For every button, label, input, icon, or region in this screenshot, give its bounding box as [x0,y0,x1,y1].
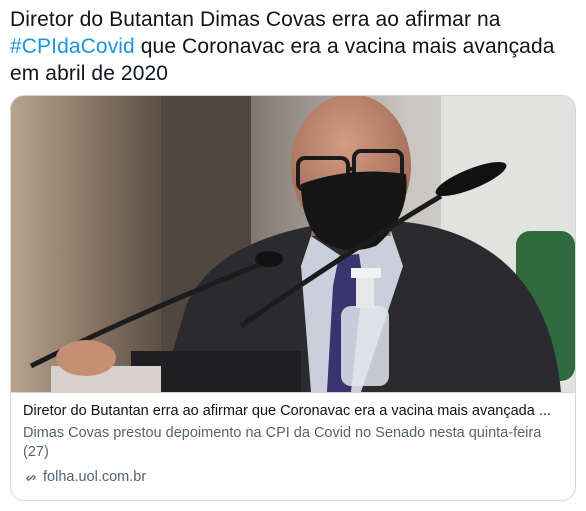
card-meta[interactable]: Diretor do Butantan erra ao afirmar que … [11,392,575,500]
card-image[interactable] [11,96,575,392]
domain-text: folha.uol.com.br [43,469,147,485]
photo-of-man-at-senate-microphone [11,96,575,392]
card-domain: folha.uol.com.br [23,468,563,487]
card-title: Diretor do Butantan erra ao afirmar que … [23,403,551,419]
tweet-text-start: Diretor do Butantan Dimas Covas erra ao … [10,8,501,31]
link-icon [23,470,39,486]
hashtag-link[interactable]: #CPIdaCovid [10,35,135,58]
tweet-text: Diretor do Butantan Dimas Covas erra ao … [10,6,576,87]
link-preview-card[interactable]: Diretor do Butantan erra ao afirmar que … [10,95,576,501]
card-description: Dimas Covas prestou depoimento na CPI da… [23,425,542,460]
